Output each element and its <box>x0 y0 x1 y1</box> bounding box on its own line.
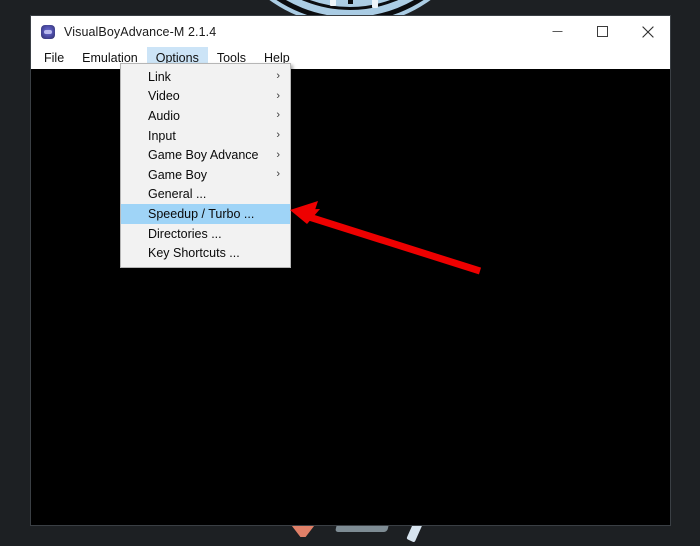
menu-item-label: Game Boy <box>148 167 208 182</box>
clock-notch <box>330 0 336 6</box>
menu-item-video[interactable]: Video › <box>121 87 290 107</box>
minimize-button[interactable] <box>535 16 580 47</box>
close-button[interactable] <box>625 16 670 47</box>
title-bar[interactable]: VisualBoyAdvance-M 2.1.4 <box>31 16 670 47</box>
clock-notch <box>372 0 378 8</box>
menu-item-input[interactable]: Input › <box>121 126 290 146</box>
menu-item-label: Speedup / Turbo ... <box>148 206 255 221</box>
window-controls <box>535 16 670 47</box>
menu-item-label: Audio <box>148 108 180 123</box>
menu-item-label: Link <box>148 69 171 84</box>
maximize-icon <box>597 26 608 37</box>
clock-tick <box>347 0 353 4</box>
menu-bar-item-label: File <box>44 51 65 65</box>
menu-item-label: Key Shortcuts ... <box>148 246 240 261</box>
menu-item-label: General ... <box>148 187 207 202</box>
chevron-right-icon: › <box>276 89 280 102</box>
menu-item-key-shortcuts[interactable]: Key Shortcuts ... <box>121 243 290 263</box>
chevron-right-icon: › <box>276 109 280 122</box>
chevron-right-icon: › <box>276 148 280 161</box>
chevron-right-icon: › <box>276 70 280 83</box>
menu-item-general[interactable]: General ... <box>121 185 290 205</box>
chevron-right-icon: › <box>276 129 280 142</box>
options-dropdown-menu: Link › Video › Audio › Input › Game Boy … <box>120 63 291 268</box>
minimize-icon <box>552 31 563 32</box>
close-icon <box>641 25 654 38</box>
menu-item-label: Input <box>148 128 176 143</box>
maximize-button[interactable] <box>580 16 625 47</box>
menu-item-game-boy[interactable]: Game Boy › <box>121 165 290 185</box>
menu-item-game-boy-advance[interactable]: Game Boy Advance › <box>121 145 290 165</box>
menu-item-link[interactable]: Link › <box>121 67 290 87</box>
menu-item-label: Game Boy Advance <box>148 148 259 163</box>
menu-item-audio[interactable]: Audio › <box>121 106 290 126</box>
chevron-right-icon: › <box>276 168 280 181</box>
menu-bar-item-file[interactable]: File <box>35 47 73 69</box>
window-title: VisualBoyAdvance-M 2.1.4 <box>64 24 217 39</box>
app-icon <box>41 24 55 39</box>
menu-item-label: Video <box>148 89 180 104</box>
menu-item-directories[interactable]: Directories ... <box>121 224 290 244</box>
menu-item-speedup-turbo[interactable]: Speedup / Turbo ... <box>121 204 290 224</box>
menu-item-label: Directories ... <box>148 226 222 241</box>
